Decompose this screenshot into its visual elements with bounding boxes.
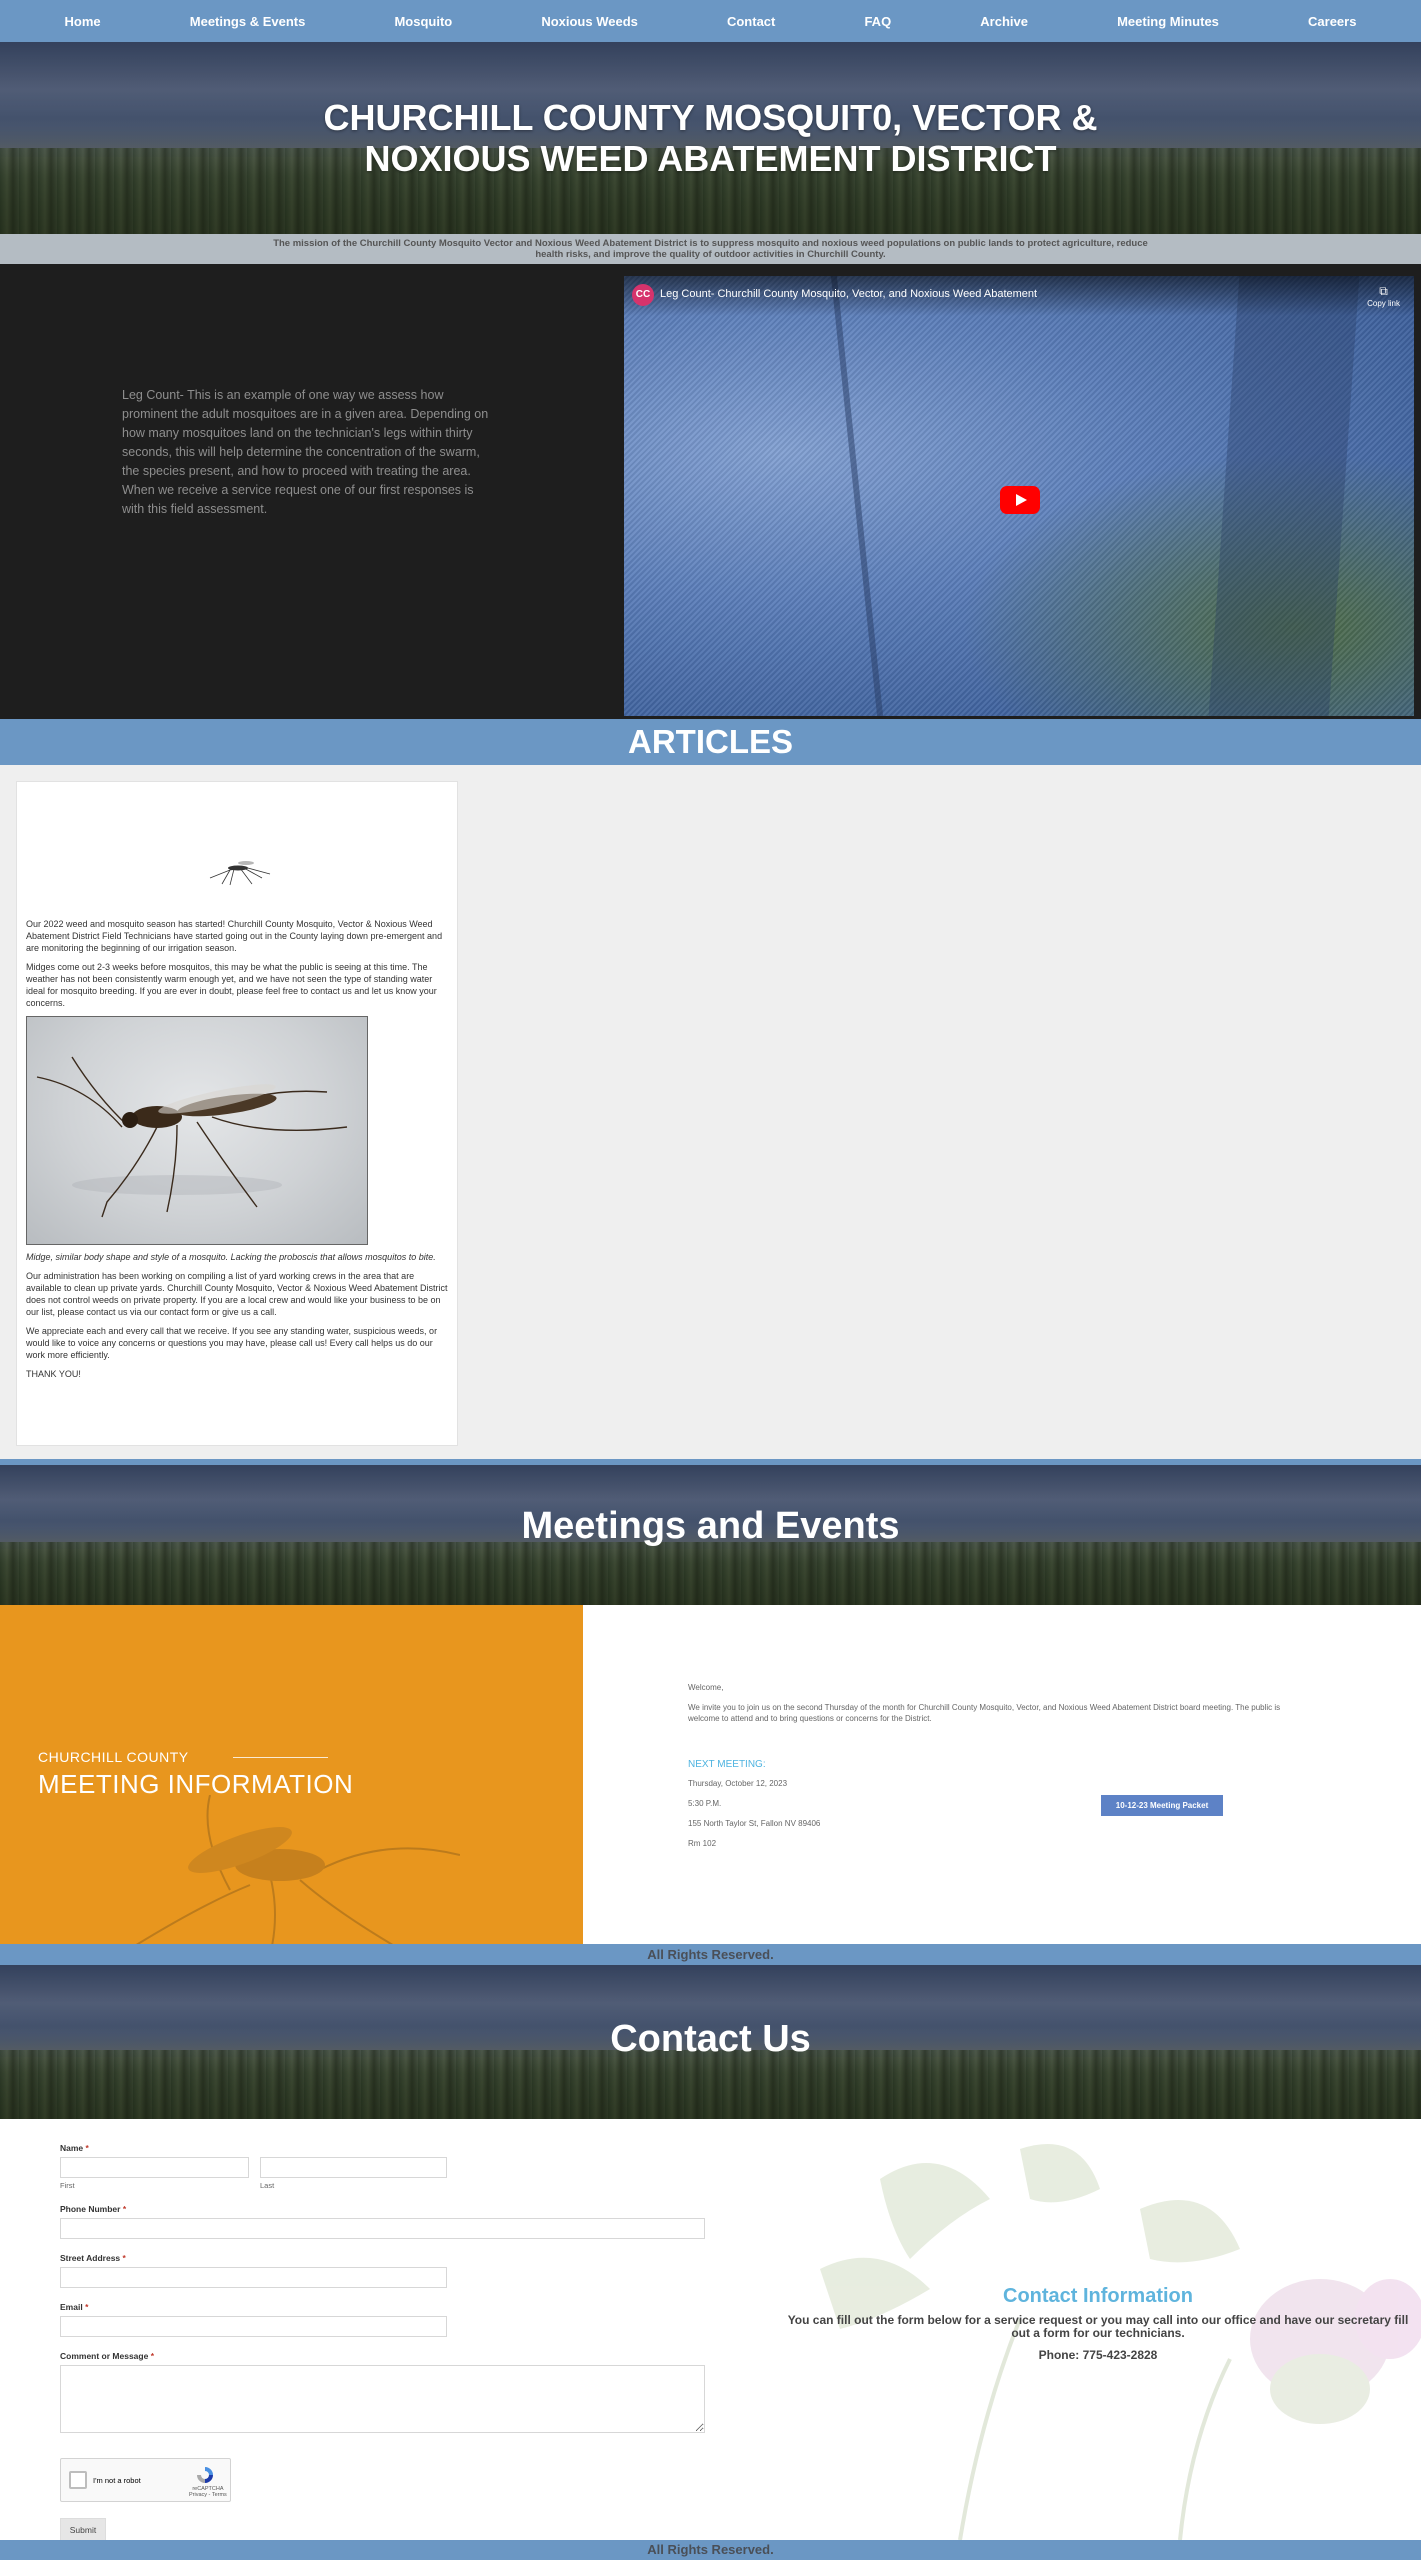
page: Home Meetings & Events Mosquito Noxious …	[0, 0, 1421, 2560]
youtube-video-player[interactable]: CC Leg Count- Churchill County Mosquito,…	[624, 276, 1414, 716]
nav-careers[interactable]: Careers	[1308, 14, 1356, 29]
midge-illustration	[36, 1056, 348, 1218]
meetings-banner: Meetings and Events	[0, 1465, 1421, 1605]
mission-statement: The mission of the Churchill County Mosq…	[0, 234, 1421, 264]
article-thank-you: THANK YOU!	[26, 1369, 81, 1379]
meeting-invite: We invite you to join us on the second T…	[688, 1703, 1281, 1723]
channel-avatar[interactable]: CC	[632, 284, 654, 306]
email-input[interactable]	[60, 2316, 447, 2337]
meeting-info-panel: CHURCHILL COUNTY MEETING INFORMATION	[0, 1605, 583, 1944]
hero-banner: CHURCHILL COUNTY MOSQUIT0, VECTOR & NOXI…	[0, 42, 1421, 234]
next-meeting-date: Thursday, October 12, 2023	[688, 1779, 788, 1788]
street-address-input[interactable]	[60, 2267, 447, 2288]
video-section: Leg Count- This is an example of one way…	[0, 264, 1421, 719]
contact-banner: Contact Us	[0, 1965, 1421, 2119]
copy-link-button[interactable]: ⧉ Copy link	[1367, 284, 1400, 308]
articles-header: ARTICLES	[0, 719, 1421, 765]
video-description: Leg Count- This is an example of one way…	[122, 388, 489, 516]
recaptcha-widget: I'm not a robot reCAPTCHA Privacy - Term…	[60, 2458, 231, 2502]
nav-mosquito[interactable]: Mosquito	[394, 14, 452, 29]
meeting-packet-button[interactable]: 10-12-23 Meeting Packet	[1101, 1795, 1223, 1816]
nav-meeting-minutes[interactable]: Meeting Minutes	[1117, 14, 1219, 29]
contact-phone[interactable]: Phone: 775-423-2828	[775, 2348, 1421, 2362]
next-meeting-label: NEXT MEETING:	[688, 1759, 766, 1770]
nav-archive[interactable]: Archive	[980, 14, 1028, 29]
next-meeting-room: Rm 102	[688, 1839, 717, 1848]
recaptcha-branding: reCAPTCHA Privacy - Terms	[189, 2486, 227, 2498]
site-title-line1: CHURCHILL COUNTY MOSQUIT0, VECTOR &	[323, 97, 1098, 138]
articles-area: Our 2022 weed and mosquito season has st…	[0, 765, 1421, 1459]
contact-heading: Contact Us	[610, 2018, 811, 2060]
contact-area: Name * First Last Phone Number * Street …	[0, 2119, 1421, 2540]
footer-rights: All Rights Reserved.	[0, 1944, 1421, 1965]
contact-information: Contact Information You can fill out the…	[775, 2285, 1421, 2362]
photo-caption: Midge, similar body shape and style of a…	[26, 1252, 436, 1262]
name-label: Name *	[60, 2143, 89, 2153]
video-title[interactable]: Leg Count- Churchill County Mosquito, Ve…	[660, 288, 1037, 300]
contact-form: Name * First Last Phone Number * Street …	[60, 2143, 710, 2540]
recaptcha-links[interactable]: Privacy - Terms	[189, 2492, 227, 2498]
next-meeting-time: 5:30 P.M.	[688, 1799, 722, 1808]
first-name-sublabel: First	[60, 2181, 75, 2190]
play-button[interactable]	[1000, 486, 1040, 514]
comment-textarea[interactable]	[60, 2365, 705, 2433]
meeting-info-rule	[233, 1757, 328, 1758]
meeting-info-subtitle: CHURCHILL COUNTY	[38, 1749, 189, 1765]
contact-info-description: You can fill out the form below for a se…	[787, 2313, 1409, 2340]
recaptcha-checkbox[interactable]	[69, 2471, 87, 2489]
nav-meetings-events[interactable]: Meetings & Events	[190, 14, 306, 29]
street-address-label: Street Address *	[60, 2253, 126, 2263]
footer-rights-bottom: All Rights Reserved.	[0, 2540, 1421, 2560]
submit-button[interactable]: Submit	[60, 2518, 106, 2540]
recaptcha-logo-icon	[197, 2467, 213, 2483]
meetings-brush	[0, 1542, 1421, 1605]
article-paragraph-2: Midges come out 2-3 weeks before mosquit…	[26, 962, 437, 1008]
copy-link-label: Copy link	[1367, 299, 1400, 308]
article-paragraph-1: Our 2022 weed and mosquito season has st…	[26, 919, 443, 953]
nav-faq[interactable]: FAQ	[864, 14, 891, 29]
contact-info-heading: Contact Information	[1003, 2285, 1193, 2307]
article-paragraph-4: We appreciate each and every call that w…	[26, 1326, 438, 1360]
nav-home[interactable]: Home	[65, 14, 101, 29]
last-name-input[interactable]	[260, 2157, 447, 2178]
nav-noxious-weeds[interactable]: Noxious Weeds	[541, 14, 638, 29]
article-paragraph-3: Our administration has been working on c…	[26, 1271, 448, 1317]
articles-heading: ARTICLES	[628, 723, 793, 760]
main-nav: Home Meetings & Events Mosquito Noxious …	[0, 0, 1421, 42]
recaptcha-label: I'm not a robot	[93, 2476, 141, 2485]
comment-label: Comment or Message *	[60, 2351, 155, 2361]
email-label: Email *	[60, 2302, 89, 2312]
midge-photo	[26, 1016, 368, 1245]
last-name-sublabel: Last	[260, 2181, 275, 2190]
first-name-input[interactable]	[60, 2157, 249, 2178]
next-meeting-address: 155 North Taylor St, Fallon NV 89406	[688, 1819, 821, 1828]
mosquito-watermark-icon	[135, 1795, 460, 1944]
meetings-heading: Meetings and Events	[521, 1505, 900, 1547]
nav-contact[interactable]: Contact	[727, 14, 775, 29]
phone-label: Phone Number *	[60, 2204, 127, 2214]
meeting-details: Welcome, We invite you to join us on the…	[583, 1605, 1421, 1944]
article-card: Our 2022 weed and mosquito season has st…	[16, 781, 458, 1446]
site-title-line2: NOXIOUS WEED ABATEMENT DISTRICT	[364, 138, 1057, 179]
copy-icon: ⧉	[1379, 284, 1388, 298]
mosquito-icon	[209, 861, 271, 886]
phone-input[interactable]	[60, 2218, 705, 2239]
meeting-welcome: Welcome,	[688, 1683, 724, 1692]
site-title: CHURCHILL COUNTY MOSQUIT0, VECTOR & NOXI…	[0, 97, 1421, 179]
